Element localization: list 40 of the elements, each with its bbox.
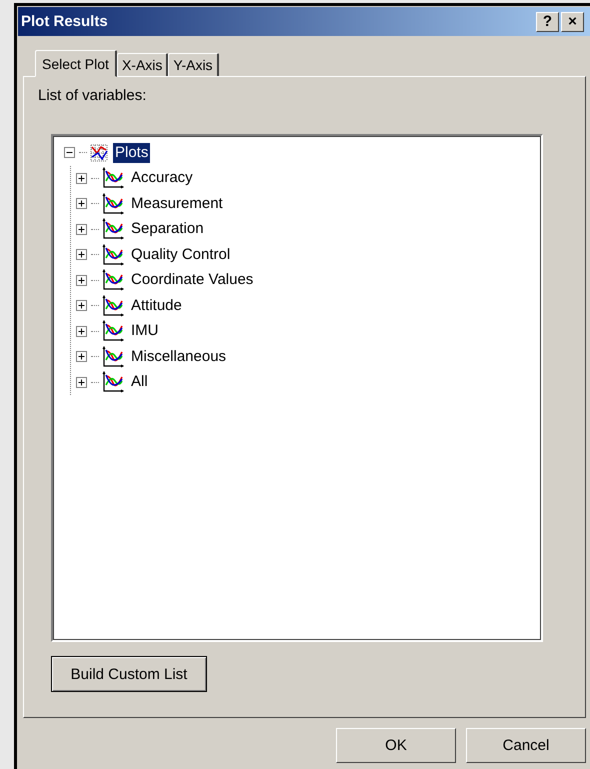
expand-icon[interactable] bbox=[76, 351, 86, 362]
expand-icon[interactable] bbox=[76, 172, 86, 184]
tree-item[interactable]: IMU bbox=[129, 321, 160, 342]
tree-item[interactable]: Separation bbox=[129, 219, 206, 240]
collapse-icon[interactable] bbox=[64, 147, 74, 158]
expand-icon[interactable] bbox=[76, 249, 86, 260]
expand-icon[interactable] bbox=[76, 300, 86, 312]
tree-item[interactable]: Accuracy bbox=[129, 168, 195, 188]
line-chart-icon bbox=[101, 320, 125, 342]
line-chart-icon bbox=[101, 269, 125, 292]
tab[interactable]: Y-Axis bbox=[168, 53, 219, 76]
tree-item[interactable]: Measurement bbox=[129, 194, 225, 214]
expand-icon[interactable] bbox=[76, 326, 86, 337]
expand-icon[interactable] bbox=[76, 224, 86, 235]
ok-button[interactable]: OK bbox=[336, 728, 456, 763]
line-chart-icon bbox=[101, 192, 125, 215]
line-chart-icon bbox=[101, 244, 125, 266]
tree-item[interactable]: Miscellaneous bbox=[129, 346, 228, 367]
line-chart-icon bbox=[101, 167, 125, 190]
grid-chart-icon bbox=[89, 142, 109, 163]
help-button[interactable]: ? bbox=[536, 12, 559, 32]
tab[interactable]: Select Plot bbox=[35, 50, 117, 77]
line-chart-icon bbox=[101, 294, 125, 317]
line-chart-icon bbox=[101, 218, 125, 240]
line-chart-icon bbox=[101, 371, 125, 394]
list-label: List of variables: bbox=[38, 87, 146, 104]
tab[interactable]: X-Axis bbox=[116, 53, 168, 76]
tree-item[interactable]: Attitude bbox=[129, 296, 184, 316]
tree-item[interactable]: Plots bbox=[113, 142, 150, 163]
cancel-button[interactable]: Cancel bbox=[466, 728, 586, 763]
expand-icon[interactable] bbox=[76, 198, 86, 210]
line-chart-icon bbox=[101, 346, 125, 368]
tree-item[interactable]: Coordinate Values bbox=[129, 270, 256, 290]
close-button[interactable]: × bbox=[561, 12, 584, 32]
tree-item[interactable]: All bbox=[129, 372, 150, 392]
expand-icon[interactable] bbox=[76, 376, 86, 388]
build-custom-list-button[interactable]: Build Custom List bbox=[51, 656, 207, 692]
tree-item[interactable]: Quality Control bbox=[129, 244, 232, 265]
expand-icon[interactable] bbox=[76, 274, 86, 286]
window-title: Plot Results bbox=[21, 13, 108, 30]
